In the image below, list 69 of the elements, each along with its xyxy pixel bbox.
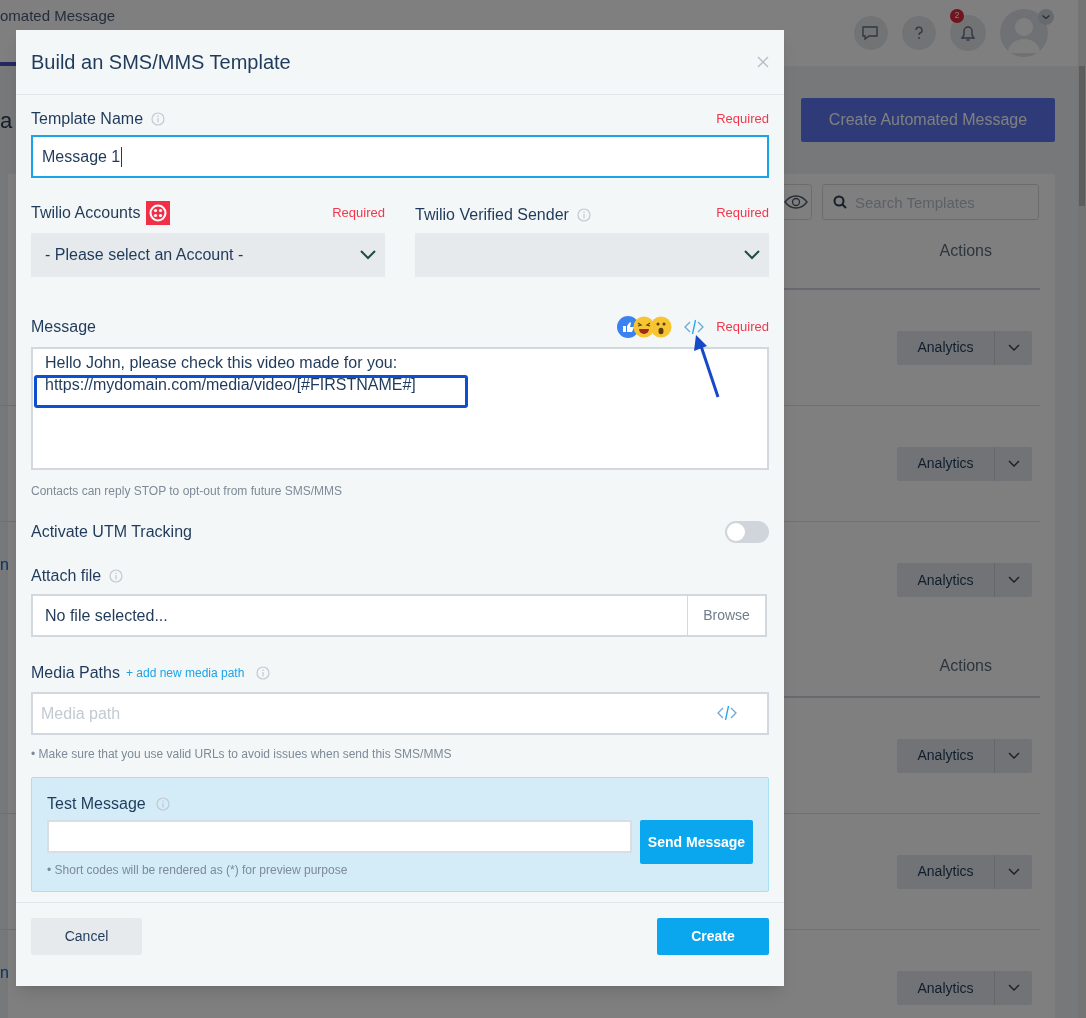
chevron-down-icon — [1007, 751, 1020, 760]
analytics-button[interactable]: Analytics — [897, 563, 994, 597]
analytics-button[interactable]: Analytics — [897, 330, 994, 365]
dropdown-toggle[interactable] — [994, 330, 1032, 365]
caret-icon[interactable] — [1038, 9, 1054, 25]
chevron-down-icon — [360, 250, 376, 260]
template-name-field[interactable]: Message 1 — [31, 135, 769, 178]
help-icon[interactable] — [902, 16, 936, 50]
chevron-down-icon — [1007, 867, 1020, 876]
chevron-down-icon — [1007, 459, 1020, 468]
column-header: Actions — [939, 241, 992, 261]
code-icon[interactable] — [717, 705, 737, 721]
note-text: • Short codes will be rendered as (*) for preview purpose — [47, 862, 349, 879]
hint-text: Contacts can reply STOP to opt-out from future SMS/MMS — [31, 483, 343, 500]
surprised-face-icon[interactable] — [650, 316, 673, 338]
chevron-down-icon — [1007, 576, 1020, 584]
field-label: Twilio Accounts — [31, 203, 141, 223]
chevron-down-icon — [1007, 984, 1020, 992]
code-icon[interactable] — [684, 319, 705, 335]
notification-badge: 2 — [950, 9, 964, 23]
row-link[interactable]: n — [0, 961, 9, 985]
message-text: Hello John, please check this video made for you: https://mydomain.com/media/video/[#FIRSTNAME#] — [45, 354, 416, 393]
field-label: Twilio Verified Sender — [415, 205, 569, 225]
dropdown-toggle[interactable] — [994, 563, 1032, 597]
send-message-button[interactable]: Send Message — [640, 820, 753, 864]
dropdown-toggle[interactable] — [994, 971, 1032, 1005]
required-label: Required — [716, 110, 769, 129]
info-icon — [576, 208, 591, 222]
analytics-button[interactable]: Analytics — [897, 738, 994, 773]
note-text: • Make sure that you use valid URLs to avoid issues when send this SMS/MMS — [31, 746, 453, 763]
analytics-button[interactable]: Analytics — [897, 971, 994, 1005]
chat-icon[interactable] — [854, 16, 888, 50]
logo-icon — [146, 201, 171, 225]
page-title: a — [0, 106, 13, 135]
field-label: Attach file — [31, 566, 102, 586]
utm-toggle[interactable] — [725, 521, 769, 543]
required-label: Required — [332, 204, 385, 223]
field-label: Message — [31, 317, 96, 337]
info-icon — [109, 569, 124, 583]
create-button[interactable]: Create Automated Message — [801, 98, 1055, 142]
dropdown-toggle[interactable] — [994, 854, 1032, 889]
required-label: Required — [716, 318, 769, 337]
chevron-down-icon — [1007, 343, 1020, 352]
info-icon — [256, 666, 271, 680]
analytics-button[interactable]: Analytics — [897, 446, 994, 481]
media-path-field[interactable]: Media path — [31, 692, 769, 735]
field-label: Activate UTM Tracking — [31, 522, 192, 542]
dropdown-toggle[interactable] — [994, 446, 1032, 481]
required-label: Required — [716, 204, 769, 223]
account-select[interactable]: - Please select an Account - — [31, 233, 385, 277]
field-label: Template Name — [31, 109, 144, 129]
modal-title: Build an SMS/MMS Template — [31, 50, 291, 75]
cancel-button[interactable]: Cancel — [31, 918, 142, 955]
create-button[interactable]: Create — [657, 918, 769, 955]
add-media-path-link[interactable]: + add new media path — [125, 664, 245, 682]
info-icon — [155, 797, 170, 811]
close-icon[interactable] — [757, 56, 769, 68]
test-phone-field[interactable] — [47, 820, 632, 853]
dropdown-toggle[interactable] — [994, 738, 1032, 773]
message-field[interactable]: Hello John, please check this video made for you: https://mydomain.com/media/video/[#FIRSTNAME#] — [31, 347, 769, 470]
row-link[interactable]: n — [0, 553, 9, 577]
field-label: Test Message — [47, 794, 146, 814]
avatar-icon[interactable] — [1000, 9, 1048, 57]
search-icon — [833, 195, 847, 209]
analytics-button[interactable]: Analytics — [897, 854, 994, 889]
field-label: Media Paths — [31, 663, 120, 683]
info-icon — [151, 112, 166, 126]
column-header: Actions — [939, 656, 992, 676]
chevron-down-icon — [744, 250, 760, 260]
